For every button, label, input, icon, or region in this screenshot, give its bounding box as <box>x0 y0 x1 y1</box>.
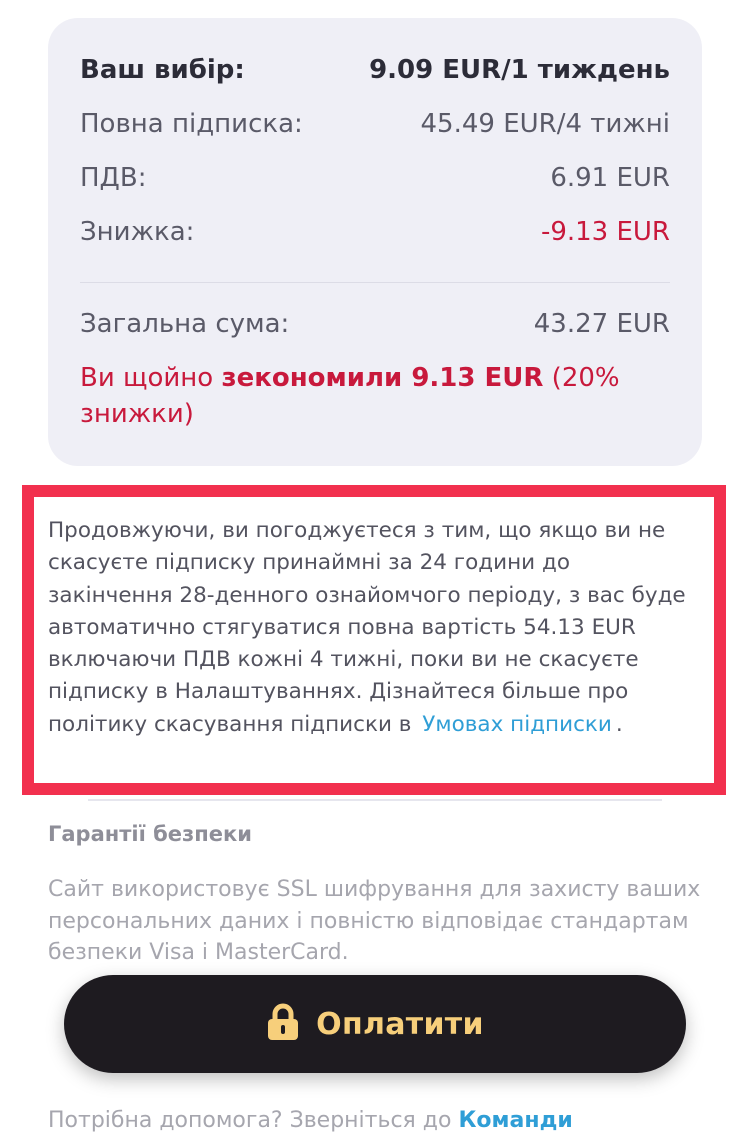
choice-value: 9.09 EUR/1 тиждень <box>369 55 670 85</box>
pay-button-label: Оплатити <box>316 1006 484 1042</box>
summary-divider <box>80 282 670 283</box>
discount-label: Знижка: <box>80 217 195 247</box>
full-subscription-row: Повна підписка: 45.49 EUR/4 тижні <box>80 107 670 141</box>
total-label: Загальна сума: <box>80 309 290 339</box>
subscription-terms: Продовжуючи, ви погоджуєтеся з тим, що я… <box>48 515 698 741</box>
discount-row: Знижка: -9.13 EUR <box>80 215 670 249</box>
total-row: Загальна сума: 43.27 EUR <box>80 307 670 341</box>
subscription-terms-link[interactable]: Умовах підписки <box>422 709 612 741</box>
security-title: Гарантії безпеки <box>48 822 252 846</box>
support-team-link[interactable]: Команди <box>458 1108 572 1133</box>
vat-row: ПДВ: 6.91 EUR <box>80 161 670 195</box>
choice-label: Ваш вибір: <box>80 55 245 85</box>
full-subscription-label: Повна підписка: <box>80 109 303 139</box>
section-divider <box>88 799 662 801</box>
order-summary-card: Ваш вибір: 9.09 EUR/1 тиждень Повна підп… <box>48 18 702 466</box>
pay-button[interactable]: Оплатити <box>64 975 686 1073</box>
savings-message: Ви щойно зекономили 9.13 EUR (20% знижки… <box>80 360 670 432</box>
terms-end: . <box>615 711 623 737</box>
full-subscription-value: 45.49 EUR/4 тижні <box>420 109 670 139</box>
savings-amount: зекономили 9.13 EUR <box>221 363 544 393</box>
help-prefix: Потрібна допомога? Зверніться до <box>48 1108 459 1133</box>
vat-label: ПДВ: <box>80 163 147 193</box>
vat-value: 6.91 EUR <box>550 163 670 193</box>
security-text: Сайт використовує SSL шифрування для зах… <box>48 877 701 965</box>
total-value: 43.27 EUR <box>533 309 670 339</box>
help-text: Потрібна допомога? Зверніться до Команди <box>48 1106 748 1136</box>
choice-row: Ваш вибір: 9.09 EUR/1 тиждень <box>80 53 670 87</box>
lock-icon <box>266 1003 300 1045</box>
savings-prefix: Ви щойно <box>80 363 222 393</box>
discount-value: -9.13 EUR <box>540 217 670 247</box>
terms-body: Продовжуючи, ви погоджуєтеся з тим, що я… <box>48 518 686 737</box>
